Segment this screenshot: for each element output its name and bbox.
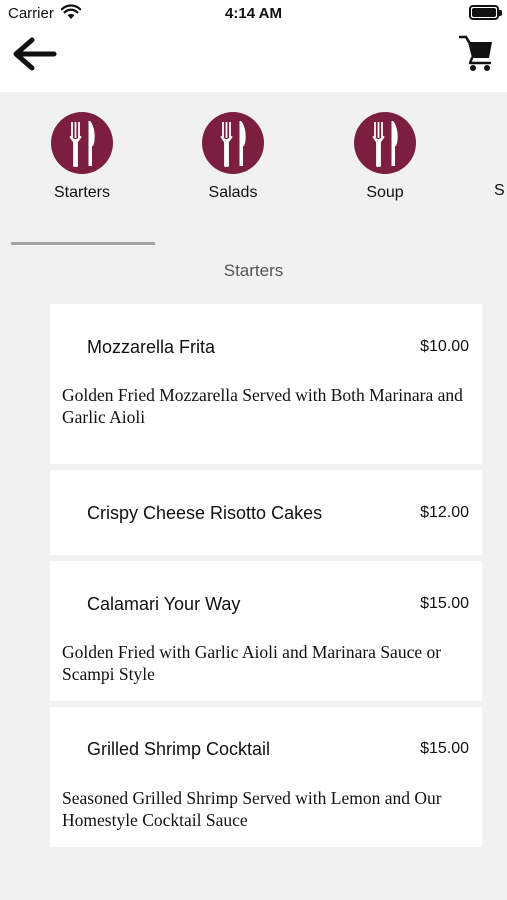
menu-item-card[interactable]: Calamari Your Way $15.00 Golden Fried wi… bbox=[50, 561, 482, 701]
category-next-partial[interactable]: S bbox=[494, 180, 505, 202]
category-label: Salads bbox=[208, 184, 258, 201]
item-price: $15.00 bbox=[420, 740, 469, 757]
section-title: Starters bbox=[223, 261, 284, 280]
shopping-cart-icon bbox=[459, 35, 492, 71]
category-salads[interactable]: Salads bbox=[183, 112, 283, 202]
item-name: Mozzarella Frita bbox=[87, 337, 216, 357]
utensils-icon bbox=[51, 112, 113, 174]
item-name: Calamari Your Way bbox=[87, 594, 241, 614]
cart-button[interactable] bbox=[459, 34, 495, 72]
item-price: $15.00 bbox=[420, 595, 469, 612]
nav-bar bbox=[0, 28, 507, 92]
item-description: Golden Fried Mozzarella Served with Both… bbox=[62, 385, 463, 427]
category-label: Starters bbox=[53, 184, 110, 201]
menu-item-card[interactable]: Crispy Cheese Risotto Cakes $12.00 bbox=[50, 470, 482, 555]
item-price: $12.00 bbox=[420, 504, 469, 521]
utensils-icon bbox=[354, 112, 416, 174]
tab-indicator bbox=[11, 242, 155, 245]
utensils-icon bbox=[202, 112, 264, 174]
category-label: Soup bbox=[366, 184, 404, 201]
item-name: Crispy Cheese Risotto Cakes bbox=[87, 503, 323, 523]
battery-icon bbox=[469, 5, 502, 20]
back-button[interactable] bbox=[10, 34, 58, 74]
category-soup[interactable]: Soup bbox=[335, 112, 435, 202]
status-bar: Carrier 4:14 AM bbox=[0, 0, 507, 28]
item-description: Golden Fried with Garlic Aioli and Marin… bbox=[62, 642, 442, 684]
clock: 4:14 AM bbox=[225, 5, 282, 22]
item-price: $10.00 bbox=[420, 338, 469, 355]
menu-item-card[interactable]: Grilled Shrimp Cocktail $15.00 Seasoned … bbox=[50, 707, 482, 847]
item-description: Seasoned Grilled Shrimp Served with Lemo… bbox=[62, 788, 442, 830]
category-starters[interactable]: Starters bbox=[32, 112, 132, 202]
arrow-left-icon bbox=[13, 37, 57, 71]
menu-item-card[interactable]: Mozzarella Frita $10.00 Golden Fried Moz… bbox=[50, 304, 482, 464]
item-name: Grilled Shrimp Cocktail bbox=[87, 739, 271, 759]
